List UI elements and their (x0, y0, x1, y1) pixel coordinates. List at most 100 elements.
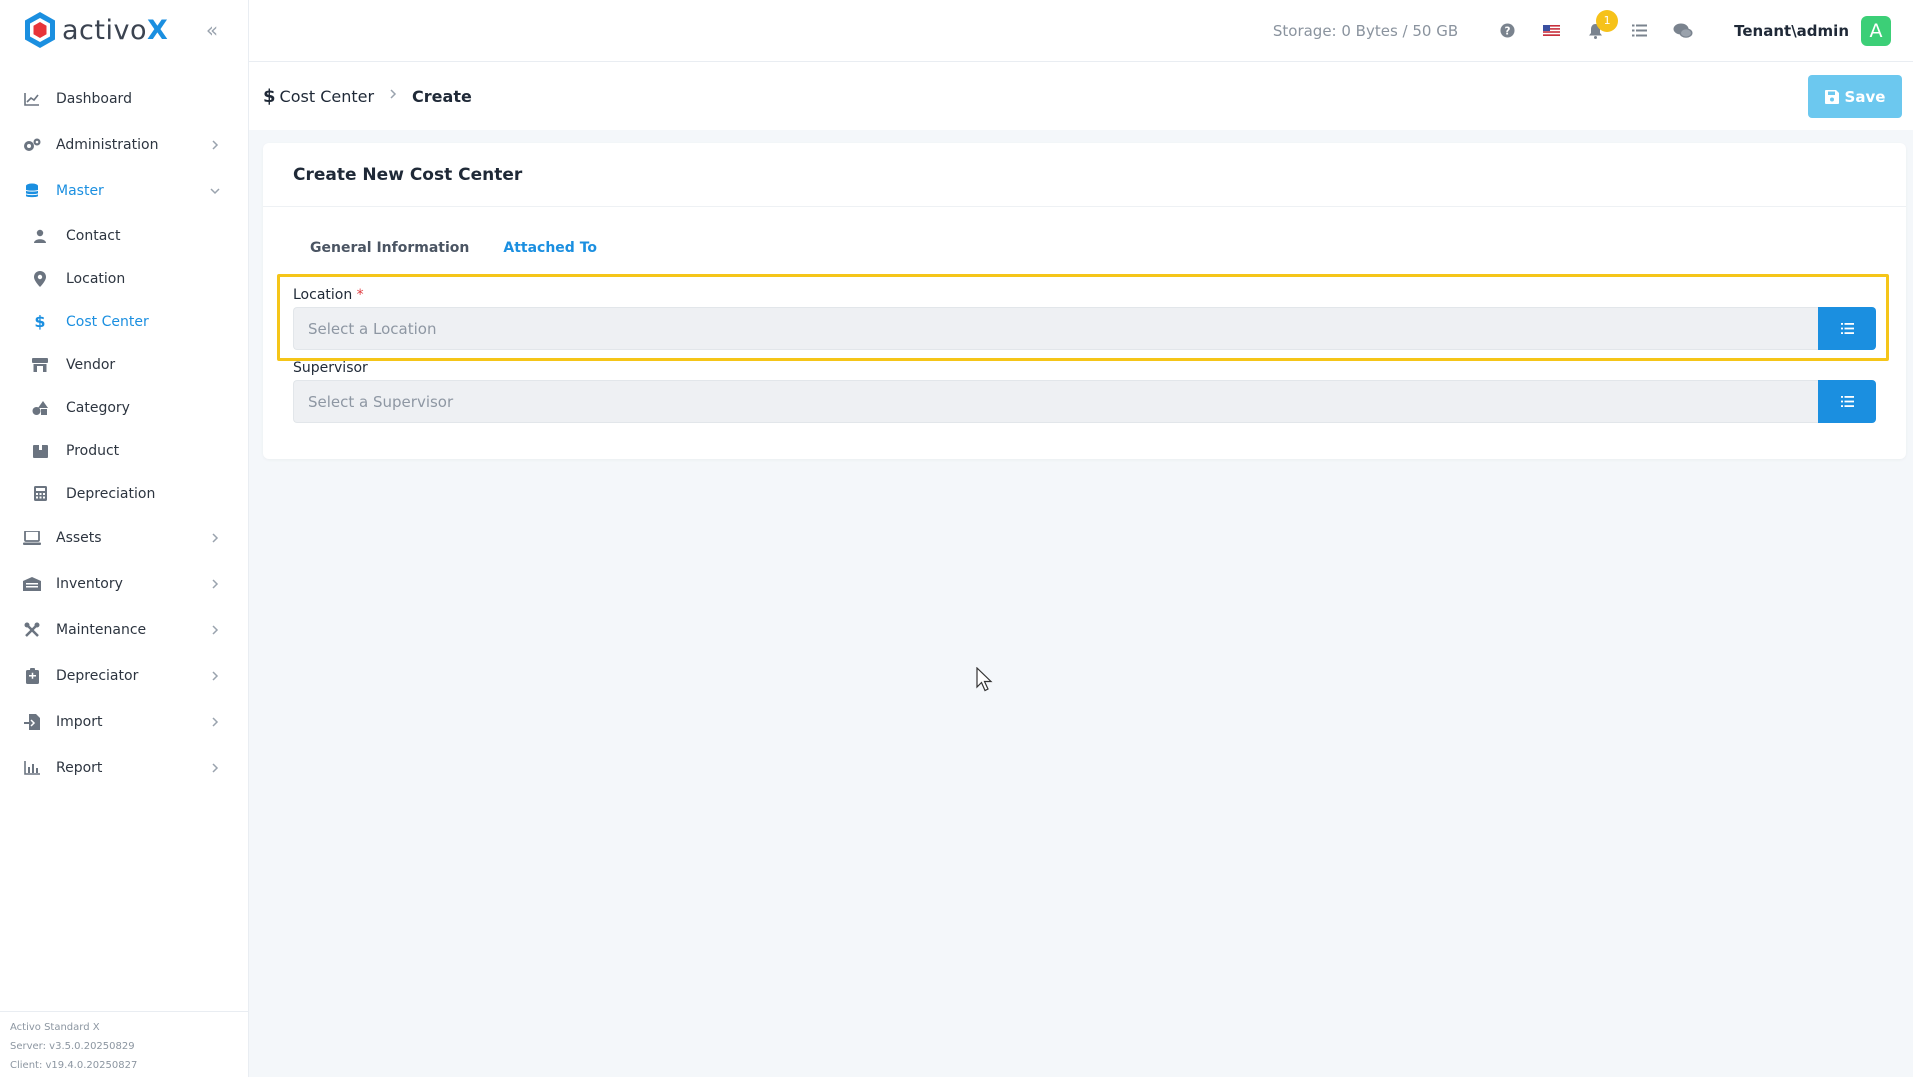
us-flag-icon[interactable] (1540, 20, 1562, 42)
sidebar-item-product[interactable]: Product (0, 429, 248, 472)
database-icon (22, 181, 42, 201)
bell-icon[interactable]: 1 (1584, 9, 1619, 42)
location-list-button[interactable] (1818, 307, 1876, 350)
sidebar-item-inventory[interactable]: Inventory (0, 561, 248, 607)
required-mark: * (356, 287, 364, 303)
sidebar-item-label: Depreciator (56, 668, 139, 684)
version-client: Client: v19.4.0.20250827 (10, 1060, 138, 1071)
cogs-icon (22, 135, 42, 155)
master-submenu: Contact Location $ Cost Center Vendor Ca… (0, 214, 248, 515)
chevron-down-icon (210, 188, 220, 195)
sidebar-item-depreciator[interactable]: Depreciator (0, 653, 248, 699)
version-server: Server: v3.5.0.20250829 (10, 1041, 135, 1052)
mouse-cursor-icon (976, 667, 993, 692)
sidebar-item-label: Assets (56, 530, 102, 546)
logo-row: activoX « (0, 0, 248, 60)
calculator-clipboard-icon (22, 666, 42, 686)
file-import-icon (22, 712, 42, 732)
sidebar-item-maintenance[interactable]: Maintenance (0, 607, 248, 653)
chevron-right-icon (212, 671, 219, 681)
chart-line-icon (22, 89, 42, 109)
supervisor-input-row (293, 380, 1876, 423)
supervisor-label: Supervisor (293, 360, 368, 376)
sidebar-item-assets[interactable]: Assets (0, 515, 248, 561)
supervisor-list-button[interactable] (1818, 380, 1876, 423)
version-info: Activo Standard X Server: v3.5.0.2025082… (0, 1011, 248, 1077)
help-icon[interactable]: ? (1496, 20, 1518, 42)
sidebar-item-label: Inventory (56, 576, 123, 592)
logo-icon (25, 12, 55, 48)
dollar-icon: $ (263, 85, 276, 107)
sidebar: activoX « Dashboard Administration Maste… (0, 0, 249, 1077)
box-icon (31, 442, 49, 460)
sidebar-nav: Dashboard Administration Master Contact … (0, 76, 248, 791)
sidebar-item-label: Report (56, 760, 103, 776)
sidebar-item-label: Dashboard (56, 91, 132, 107)
laptop-icon (22, 528, 42, 548)
sidebar-item-label: Vendor (66, 356, 116, 373)
tools-icon (22, 620, 42, 640)
card-header: Create New Cost Center (263, 143, 1906, 207)
sidebar-item-administration[interactable]: Administration (0, 122, 248, 168)
chevron-right-icon (212, 140, 219, 150)
sidebar-item-label: Master (56, 183, 104, 199)
sidebar-item-label: Administration (56, 137, 159, 153)
sidebar-item-depreciation[interactable]: Depreciation (0, 472, 248, 515)
chevron-right-icon (212, 533, 219, 543)
supervisor-field: Supervisor (293, 360, 1876, 423)
dollar-icon: $ (34, 312, 46, 331)
tab-attached-to[interactable]: Attached To (503, 240, 597, 268)
save-icon (1824, 89, 1839, 104)
breadcrumb-parent[interactable]: Cost Center (280, 87, 375, 106)
location-input-row (293, 307, 1876, 350)
sidebar-item-label: Category (66, 399, 130, 416)
shapes-icon (31, 399, 49, 417)
sidebar-item-master[interactable]: Master (0, 168, 248, 214)
warehouse-icon (22, 574, 42, 594)
sidebar-item-label: Import (56, 714, 103, 730)
avatar[interactable]: A (1861, 15, 1891, 46)
store-icon (31, 356, 49, 374)
supervisor-input[interactable] (293, 380, 1818, 423)
user-name[interactable]: Tenant\admin (1734, 22, 1849, 40)
sidebar-item-contact[interactable]: Contact (0, 214, 248, 257)
tab-general-information[interactable]: General Information (310, 240, 469, 268)
save-button-label: Save (1844, 87, 1886, 106)
sidebar-item-vendor[interactable]: Vendor (0, 343, 248, 386)
sidebar-item-label: Location (66, 270, 126, 287)
sidebar-item-import[interactable]: Import (0, 699, 248, 745)
sidebar-item-label: Depreciation (66, 485, 156, 502)
list-icon (1840, 323, 1854, 334)
logo-text: activoX (62, 14, 169, 46)
sidebar-item-cost-center[interactable]: $ Cost Center (0, 300, 248, 343)
master-submenu-list: Contact Location $ Cost Center Vendor Ca… (0, 214, 248, 515)
notification-badge: 1 (1596, 9, 1619, 32)
storage-usage: Storage: 0 Bytes / 50 GB (1272, 21, 1459, 40)
collapse-sidebar-icon[interactable]: « (200, 18, 224, 42)
breadcrumb-bar: $ Cost Center Create Save (249, 62, 1913, 130)
chat-icon[interactable] (1672, 20, 1694, 42)
chevron-right-icon (212, 763, 219, 773)
sidebar-item-label: Product (66, 442, 120, 459)
sidebar-item-label: Contact (66, 227, 121, 244)
user-icon (31, 227, 49, 245)
breadcrumb-current: Create (412, 86, 472, 106)
sidebar-item-location[interactable]: Location (0, 257, 248, 300)
save-button[interactable]: Save (1808, 75, 1902, 118)
location-input[interactable] (293, 307, 1818, 350)
sidebar-item-dashboard[interactable]: Dashboard (0, 76, 248, 122)
chevron-right-icon (212, 579, 219, 589)
location-label: Location * (293, 287, 364, 303)
sidebar-item-label: Cost Center (66, 313, 149, 330)
location-field: Location * (293, 287, 1876, 350)
chart-bar-icon (22, 758, 42, 778)
sidebar-item-label: Maintenance (56, 622, 147, 638)
page-title: Create New Cost Center (293, 164, 523, 185)
sidebar-item-report[interactable]: Report (0, 745, 248, 791)
sidebar-item-category[interactable]: Category (0, 386, 248, 429)
task-list-icon[interactable] (1628, 20, 1650, 42)
chevron-right-icon (388, 88, 398, 104)
topbar: Storage: 0 Bytes / 50 GB ? 1 Tenant\admi… (249, 0, 1913, 62)
version-product: Activo Standard X (10, 1022, 100, 1033)
calculator-icon (31, 485, 49, 503)
